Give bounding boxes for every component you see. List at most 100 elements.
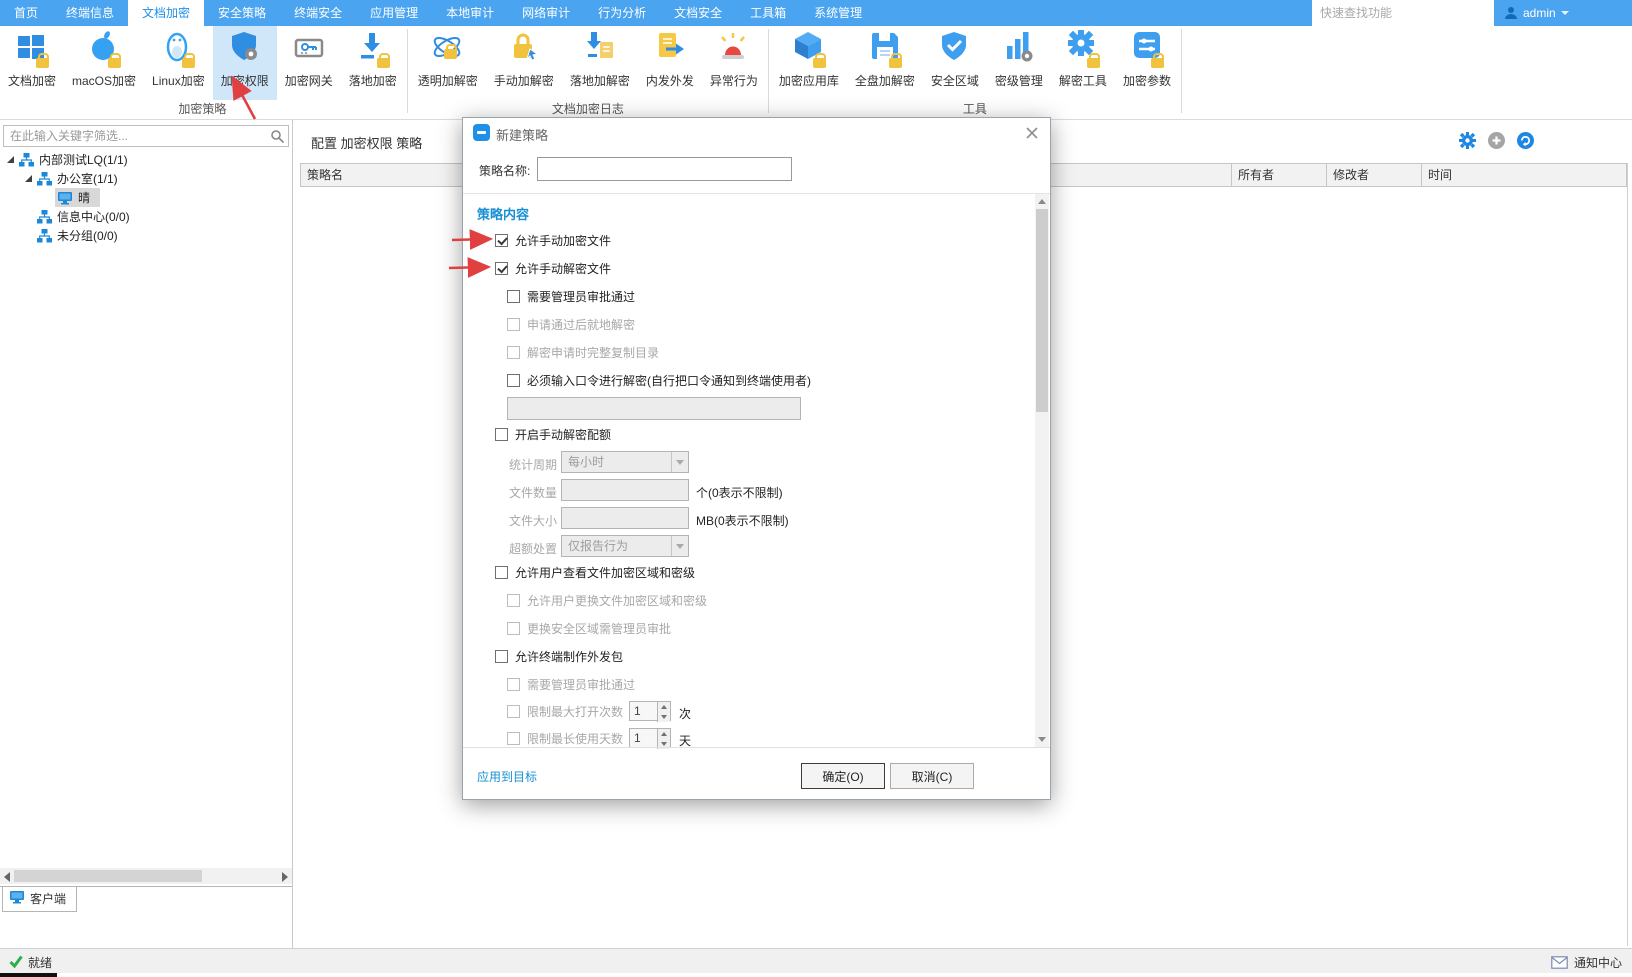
row-allow-manual-decrypt: 允许手动解密文件 bbox=[495, 259, 611, 277]
cube-lock-icon bbox=[791, 57, 827, 71]
checkbox-decrypt-inplace bbox=[507, 318, 520, 331]
apply-to-target-link[interactable]: 应用到目标 bbox=[477, 768, 537, 785]
tab-client-label: 客户端 bbox=[30, 890, 66, 907]
password-input bbox=[507, 397, 801, 420]
status-ready: 就绪 bbox=[28, 954, 52, 971]
quick-search-input[interactable] bbox=[1312, 0, 1494, 26]
search-icon[interactable] bbox=[270, 129, 285, 144]
scrollbar-thumb[interactable] bbox=[14, 870, 202, 882]
org-icon bbox=[37, 210, 52, 224]
sidebar-tab-row: 客户端 bbox=[0, 886, 292, 916]
tool-encrypt-app-library[interactable]: 加密应用库 bbox=[771, 26, 847, 100]
user-menu[interactable]: admin bbox=[1494, 0, 1579, 26]
checkbox-view-zone[interactable] bbox=[495, 566, 508, 579]
row-copy-dir: 解密申请时完整复制目录 bbox=[507, 343, 659, 361]
column-modifier[interactable]: 修改者 bbox=[1327, 164, 1422, 186]
tool-security-zone[interactable]: 安全区域 bbox=[923, 26, 987, 100]
scrollbar-thumb[interactable] bbox=[1036, 209, 1048, 412]
ribbon-separator bbox=[1181, 29, 1182, 113]
tool-landing-crypt-log[interactable]: 落地加解密 bbox=[562, 26, 638, 100]
chevron-down-icon bbox=[671, 536, 688, 556]
tree-item-office[interactable]: 办公室(1/1) bbox=[0, 169, 292, 188]
tool-abnormal-behavior[interactable]: 异常行为 bbox=[702, 26, 766, 100]
dialog-titlebar[interactable]: 新建策略 bbox=[463, 118, 1050, 147]
tool-encrypt-permission[interactable]: 加密权限 bbox=[213, 26, 277, 100]
tree-item-terminal[interactable]: 晴 bbox=[0, 188, 292, 207]
menu-system-management[interactable]: 系统管理 bbox=[800, 0, 876, 26]
max-days-spinner: 1 bbox=[629, 728, 671, 748]
tool-landing-encrypt[interactable]: 落地加密 bbox=[341, 26, 405, 100]
org-icon bbox=[37, 229, 52, 243]
menu-terminal-security[interactable]: 终端安全 bbox=[280, 0, 356, 26]
checkbox-outgoing-pack[interactable] bbox=[495, 650, 508, 663]
column-owner[interactable]: 所有者 bbox=[1232, 164, 1327, 186]
file-size-input bbox=[561, 507, 689, 529]
selected-tree-row[interactable]: 晴 bbox=[55, 188, 100, 207]
excess-label: 超额处置 bbox=[509, 540, 557, 557]
checkbox-admin-approve[interactable] bbox=[507, 290, 520, 303]
checkbox-require-password[interactable] bbox=[507, 374, 520, 387]
notification-center[interactable]: 通知中心 bbox=[1551, 954, 1622, 971]
tool-linux-encrypt[interactable]: Linux加密 bbox=[144, 26, 213, 100]
checkbox-outgoing-approve bbox=[507, 678, 520, 691]
menu-doc-encryption[interactable]: 文档加密 bbox=[128, 0, 204, 26]
ribbon-separator bbox=[768, 29, 769, 113]
main-menu: 首页 终端信息 文档加密 安全策略 终端安全 应用管理 本地审计 网络审计 行为… bbox=[0, 0, 876, 26]
checkbox-enable-quota[interactable] bbox=[495, 428, 508, 441]
tree-item-ungrouped[interactable]: 未分组(0/0) bbox=[0, 226, 292, 245]
tree-expand-icon[interactable] bbox=[7, 156, 14, 163]
chart-gear-icon bbox=[1001, 57, 1037, 71]
menu-local-audit[interactable]: 本地审计 bbox=[432, 0, 508, 26]
column-time[interactable]: 时间 bbox=[1422, 164, 1627, 186]
ok-button[interactable]: 确定(O) bbox=[801, 763, 885, 789]
cancel-button[interactable]: 取消(C) bbox=[890, 763, 974, 789]
tree-filter-input[interactable] bbox=[4, 126, 266, 146]
tool-fulldisk-crypt[interactable]: 全盘加解密 bbox=[847, 26, 923, 100]
scroll-down-icon[interactable] bbox=[1035, 732, 1049, 747]
gear-lock-icon bbox=[1065, 57, 1101, 71]
scroll-left-icon[interactable] bbox=[4, 872, 10, 882]
checkbox-copy-dir bbox=[507, 346, 520, 359]
add-policy-icon[interactable] bbox=[1488, 132, 1505, 152]
tool-secret-level-mgmt[interactable]: 密级管理 bbox=[987, 26, 1051, 100]
tool-doc-encrypt[interactable]: 文档加密 bbox=[0, 26, 64, 100]
close-icon[interactable] bbox=[1022, 123, 1042, 143]
doc-arrow-icon bbox=[652, 57, 688, 71]
column-policy-name[interactable]: 策略名 bbox=[300, 164, 480, 186]
menu-home[interactable]: 首页 bbox=[0, 0, 52, 26]
scroll-up-icon[interactable] bbox=[1035, 194, 1049, 209]
refresh-icon[interactable] bbox=[1517, 132, 1534, 152]
tool-decrypt-tool[interactable]: 解密工具 bbox=[1051, 26, 1115, 100]
tool-manual-crypt[interactable]: 手动加解密 bbox=[486, 26, 562, 100]
stat-period-select: 每小时 bbox=[561, 451, 689, 473]
tab-client[interactable]: 客户端 bbox=[2, 887, 77, 912]
horizontal-scrollbar[interactable] bbox=[0, 868, 292, 884]
excess-select: 仅报告行为 bbox=[561, 535, 689, 557]
tool-internal-external-send[interactable]: 内发外发 bbox=[638, 26, 702, 100]
tool-transparent-crypt[interactable]: 透明加解密 bbox=[410, 26, 486, 100]
menu-doc-security[interactable]: 文档安全 bbox=[660, 0, 736, 26]
scroll-right-icon[interactable] bbox=[282, 872, 288, 882]
menu-toolbox[interactable]: 工具箱 bbox=[736, 0, 800, 26]
ribbon-group-encrypt-logs: 透明加解密 手动加解密 落地加解密 内发外发 异常行为 文档加密日志 bbox=[410, 26, 766, 119]
dialog-vertical-scrollbar[interactable] bbox=[1035, 194, 1049, 747]
tree-item-info-center[interactable]: 信息中心(0/0) bbox=[0, 207, 292, 226]
ribbon-group-label: 工具 bbox=[771, 100, 1179, 118]
tree-item-root[interactable]: 内部测试LQ(1/1) bbox=[0, 150, 292, 169]
section-title: 策略内容 bbox=[477, 204, 529, 223]
tool-macos-encrypt[interactable]: macOS加密 bbox=[64, 26, 144, 100]
settings-gear-icon[interactable] bbox=[1459, 132, 1476, 152]
menu-network-audit[interactable]: 网络审计 bbox=[508, 0, 584, 26]
menu-security-policy[interactable]: 安全策略 bbox=[204, 0, 280, 26]
policy-name-input[interactable] bbox=[537, 157, 792, 181]
tool-encrypt-gateway[interactable]: 加密网关 bbox=[277, 26, 341, 100]
tree-expand-icon[interactable] bbox=[25, 175, 32, 182]
menu-app-management[interactable]: 应用管理 bbox=[356, 0, 432, 26]
atom-lock-icon bbox=[430, 57, 466, 71]
alarm-icon bbox=[716, 57, 752, 71]
menu-behavior-analysis[interactable]: 行为分析 bbox=[584, 0, 660, 26]
checkbox-allow-manual-decrypt[interactable] bbox=[495, 262, 508, 275]
menu-terminal-info[interactable]: 终端信息 bbox=[52, 0, 128, 26]
checkbox-allow-manual-encrypt[interactable] bbox=[495, 234, 508, 247]
tool-encrypt-params[interactable]: 加密参数 bbox=[1115, 26, 1179, 100]
